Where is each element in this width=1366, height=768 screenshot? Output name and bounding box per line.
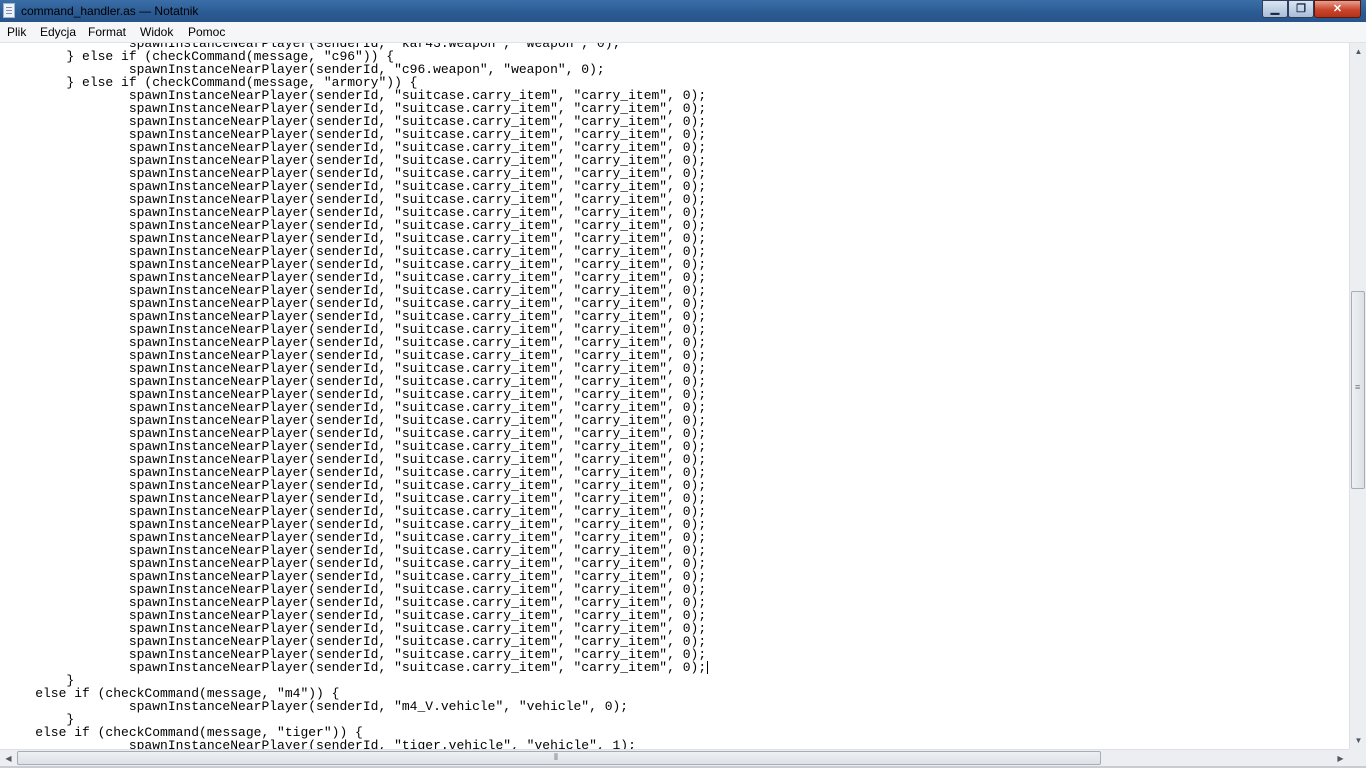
minimize-button[interactable]: ▁ xyxy=(1262,0,1288,18)
title-bar[interactable]: command_handler.as — Notatnik ▁ ❐ ✕ xyxy=(0,0,1366,22)
grip-icon: ≡ xyxy=(1355,382,1361,392)
grip-icon: ⦀ xyxy=(554,752,558,762)
menu-format[interactable]: Format xyxy=(88,25,126,39)
menu-bar: Plik Edycja Format Widok Pomoc xyxy=(0,22,1366,43)
close-button[interactable]: ✕ xyxy=(1314,0,1361,18)
notepad-icon[interactable] xyxy=(3,3,15,18)
horizontal-scroll-thumb[interactable]: ⦀ xyxy=(17,751,1101,765)
editor-text[interactable]: spawnInstanceNearPlayer(senderId, "kar43… xyxy=(0,43,1349,749)
code-line: spawnInstanceNearPlayer(senderId, "suitc… xyxy=(4,660,707,675)
vertical-scrollbar[interactable]: ▲ ≡ ▼ xyxy=(1349,43,1366,749)
code-line: spawnInstanceNearPlayer(senderId, "tiger… xyxy=(4,738,636,749)
text-caret xyxy=(707,661,709,675)
code-line: spawnInstanceNearPlayer(senderId, "m4_V.… xyxy=(4,699,629,715)
text-editor[interactable]: spawnInstanceNearPlayer(senderId, "kar43… xyxy=(0,43,1349,749)
window-title: command_handler.as — Notatnik xyxy=(21,4,199,18)
horizontal-scrollbar[interactable]: ◀ ⦀ ▶ xyxy=(0,749,1349,766)
vertical-scroll-thumb[interactable]: ≡ xyxy=(1351,291,1365,489)
scroll-left-button[interactable]: ◀ xyxy=(0,750,17,767)
menu-edycja[interactable]: Edycja xyxy=(40,25,76,39)
menu-plik[interactable]: Plik xyxy=(7,25,26,39)
maximize-button[interactable]: ❐ xyxy=(1288,0,1314,18)
menu-widok[interactable]: Widok xyxy=(140,25,173,39)
menu-pomoc[interactable]: Pomoc xyxy=(188,25,225,39)
scrollbar-corner xyxy=(1349,749,1366,766)
scroll-right-button[interactable]: ▶ xyxy=(1332,750,1349,767)
scroll-down-button[interactable]: ▼ xyxy=(1350,732,1366,749)
scroll-up-button[interactable]: ▲ xyxy=(1350,43,1366,60)
